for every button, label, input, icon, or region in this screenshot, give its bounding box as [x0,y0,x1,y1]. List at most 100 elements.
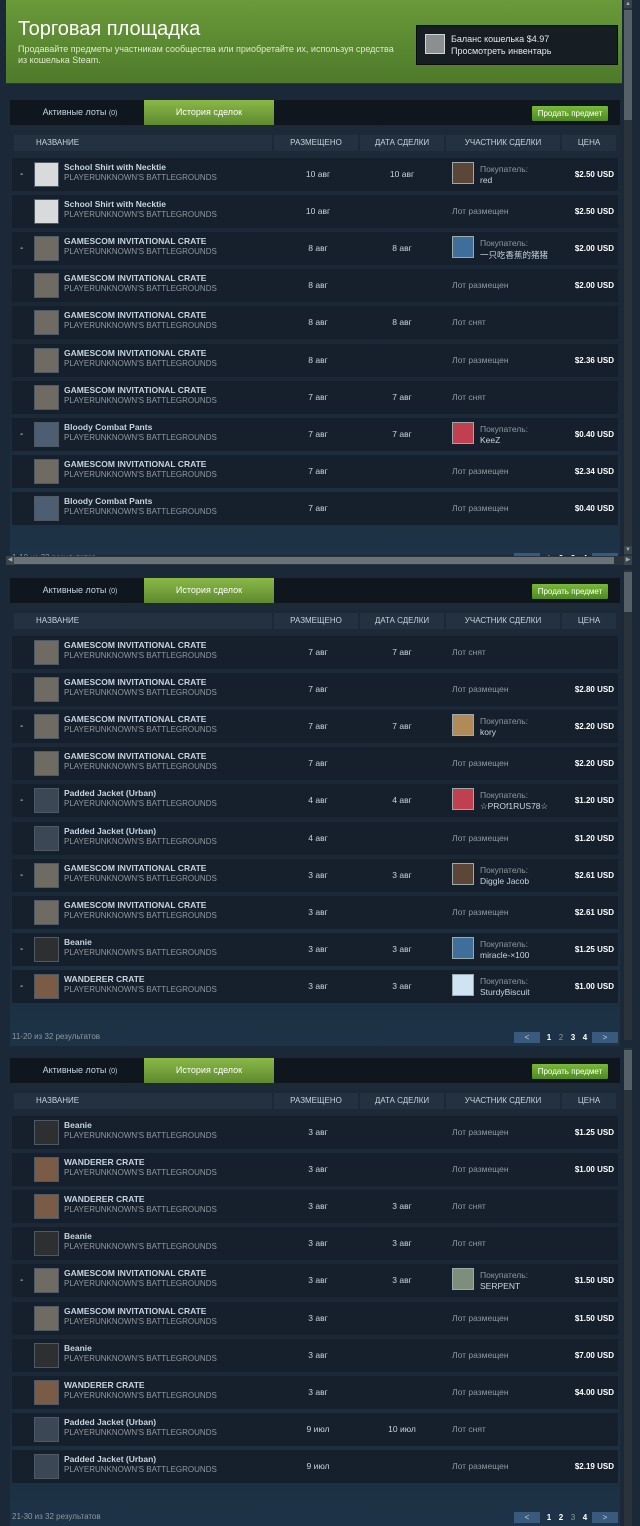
item-name[interactable]: GAMESCOM INVITATIONAL CRATE [64,310,206,320]
item-icon[interactable] [34,347,59,373]
horizontal-scrollbar[interactable]: ◀ ▶ [6,556,632,565]
tab-history[interactable]: История сделок [144,100,274,125]
sell-item-button[interactable]: Продать предмет [532,106,608,121]
column-header-partner[interactable]: УЧАСТНИК СДЕЛКИ [446,613,560,629]
item-icon[interactable] [34,273,59,299]
column-header-name[interactable]: НАЗВАНИЕ [14,135,272,151]
item-name[interactable]: GAMESCOM INVITATIONAL CRATE [64,714,206,724]
column-header-acted[interactable]: ДАТА СДЕЛКИ [360,135,444,151]
item-name[interactable]: WANDERER CRATE [64,1194,145,1204]
buyer-avatar[interactable] [452,162,474,184]
page-number[interactable]: 4 [580,1512,590,1523]
item-name[interactable]: Bloody Combat Pants [64,496,152,506]
table-row[interactable]: GAMESCOM INVITATIONAL CRATE PLAYERUNKNOWN… [12,343,618,377]
item-name[interactable]: WANDERER CRATE [64,1380,145,1390]
column-header-price[interactable]: ЦЕНА [562,135,616,151]
buyer-avatar[interactable] [452,236,474,259]
column-header-partner[interactable]: УЧАСТНИК СДЕЛКИ [446,135,560,151]
table-row[interactable]: - Beanie PLAYERUNKNOWN'S BATTLEGROUNDS 3 ав… [12,932,618,966]
item-icon[interactable] [34,495,59,521]
item-name[interactable]: Padded Jacket (Urban) [64,1454,156,1464]
item-name[interactable]: GAMESCOM INVITATIONAL CRATE [64,385,206,395]
item-name[interactable]: Padded Jacket (Urban) [64,788,156,798]
scroll-down-icon[interactable]: ▼ [624,546,632,554]
table-row[interactable]: - Bloody Combat Pants PLAYERUNKNOWN'S BATT… [12,417,618,451]
scrollbar[interactable] [624,1048,632,1526]
table-row[interactable]: Beanie PLAYERUNKNOWN'S BATTLEGROUNDS 3 авг… [12,1116,618,1149]
table-row[interactable]: - GAMESCOM INVITATIONAL CRATE PLAYERUNKNOW… [12,858,618,892]
tab-active-listings[interactable]: Активные лоты (0) [20,578,140,603]
table-row[interactable]: - GAMESCOM INVITATIONAL CRATE PLAYERUNKNOW… [12,232,618,266]
table-row[interactable]: GAMESCOM INVITATIONAL CRATE PLAYERUNKNOWN… [12,895,618,929]
next-page-button[interactable]: > [592,1512,618,1523]
item-icon[interactable] [34,1120,59,1145]
item-name[interactable]: Padded Jacket (Urban) [64,1417,156,1427]
item-icon[interactable] [34,1305,59,1331]
tab-history[interactable]: История сделок [144,578,274,603]
table-row[interactable]: GAMESCOM INVITATIONAL CRATE PLAYERUNKNOWN… [12,306,618,340]
item-icon[interactable] [34,936,59,962]
table-row[interactable]: - Padded Jacket (Urban) PLAYERUNKNOWN'S BA… [12,784,618,818]
table-row[interactable]: GAMESCOM INVITATIONAL CRATE PLAYERUNKNOWN… [12,673,618,707]
buyer-name[interactable]: kory [480,727,496,737]
item-icon[interactable] [34,384,59,410]
table-row[interactable]: Padded Jacket (Urban) PLAYERUNKNOWN'S BAT… [12,1412,618,1446]
column-header-price[interactable]: ЦЕНА [562,613,616,629]
table-row[interactable]: GAMESCOM INVITATIONAL CRATE PLAYERUNKNOWN… [12,454,618,488]
item-icon[interactable] [34,640,59,665]
item-name[interactable]: GAMESCOM INVITATIONAL CRATE [64,640,206,650]
scrollbar-thumb[interactable] [624,1050,632,1090]
scroll-left-icon[interactable]: ◀ [6,556,14,565]
buyer-avatar[interactable] [452,936,474,959]
table-row[interactable]: - GAMESCOM INVITATIONAL CRATE PLAYERUNKNOW… [12,1264,618,1298]
item-name[interactable]: GAMESCOM INVITATIONAL CRATE [64,459,206,469]
item-icon[interactable] [34,1416,59,1442]
item-name[interactable]: GAMESCOM INVITATIONAL CRATE [64,236,206,246]
scrollbar[interactable] [624,570,632,1040]
table-row[interactable]: GAMESCOM INVITATIONAL CRATE PLAYERUNKNOWN… [12,380,618,414]
table-row[interactable]: WANDERER CRATE PLAYERUNKNOWN'S BATTLEGROU… [12,1190,618,1224]
item-name[interactable]: GAMESCOM INVITATIONAL CRATE [64,677,206,687]
scrollbar[interactable]: ▲ ▼ [624,0,632,556]
tab-history[interactable]: История сделок [144,1058,274,1083]
table-row[interactable]: Beanie PLAYERUNKNOWN'S BATTLEGROUNDS 3 авг… [12,1338,618,1372]
item-icon[interactable] [34,1268,59,1294]
item-icon[interactable] [34,677,59,703]
item-icon[interactable] [34,1342,59,1368]
column-header-name[interactable]: НАЗВАНИЕ [14,1093,272,1109]
buyer-avatar[interactable] [452,862,474,885]
item-icon[interactable] [34,199,59,225]
buyer-name[interactable]: red [480,175,492,185]
buyer-name[interactable]: SERPENT [480,1281,520,1291]
sell-item-button[interactable]: Продать предмет [532,1064,608,1079]
item-icon[interactable] [34,1379,59,1405]
next-page-button[interactable]: > [592,1032,618,1043]
table-row[interactable]: - WANDERER CRATE PLAYERUNKNOWN'S BATTLEGRO… [12,969,618,1003]
buyer-avatar[interactable] [452,714,474,737]
buyer-avatar[interactable] [452,973,474,996]
buyer-avatar[interactable] [452,421,474,444]
item-icon[interactable] [34,421,59,447]
scrollbar-thumb[interactable] [14,557,614,564]
item-name[interactable]: School Shirt with Necktie [64,162,166,172]
item-icon[interactable] [34,1231,59,1257]
item-name[interactable]: GAMESCOM INVITATIONAL CRATE [64,863,206,873]
column-header-price[interactable]: ЦЕНА [562,1093,616,1109]
table-row[interactable]: GAMESCOM INVITATIONAL CRATE PLAYERUNKNOWN… [12,747,618,781]
item-name[interactable]: GAMESCOM INVITATIONAL CRATE [64,900,206,910]
item-icon[interactable] [34,751,59,777]
item-icon[interactable] [34,788,59,814]
tab-active-listings[interactable]: Активные лоты (0) [20,1058,140,1083]
page-number[interactable]: 4 [580,1032,590,1043]
column-header-partner[interactable]: УЧАСТНИК СДЕЛКИ [446,1093,560,1109]
table-row[interactable]: Padded Jacket (Urban) PLAYERUNKNOWN'S BAT… [12,821,618,855]
column-header-listed[interactable]: РАЗМЕЩЕНО [274,135,358,151]
item-name[interactable]: GAMESCOM INVITATIONAL CRATE [64,751,206,761]
scrollbar-thumb[interactable] [624,10,632,120]
item-icon[interactable] [34,899,59,925]
table-row[interactable]: Bloody Combat Pants PLAYERUNKNOWN'S BATTL… [12,491,618,525]
scroll-right-icon[interactable]: ▶ [624,556,632,565]
page-number[interactable]: 2 [556,1512,566,1523]
item-icon[interactable] [34,1194,59,1220]
table-row[interactable]: Padded Jacket (Urban) PLAYERUNKNOWN'S BAT… [12,1449,618,1483]
